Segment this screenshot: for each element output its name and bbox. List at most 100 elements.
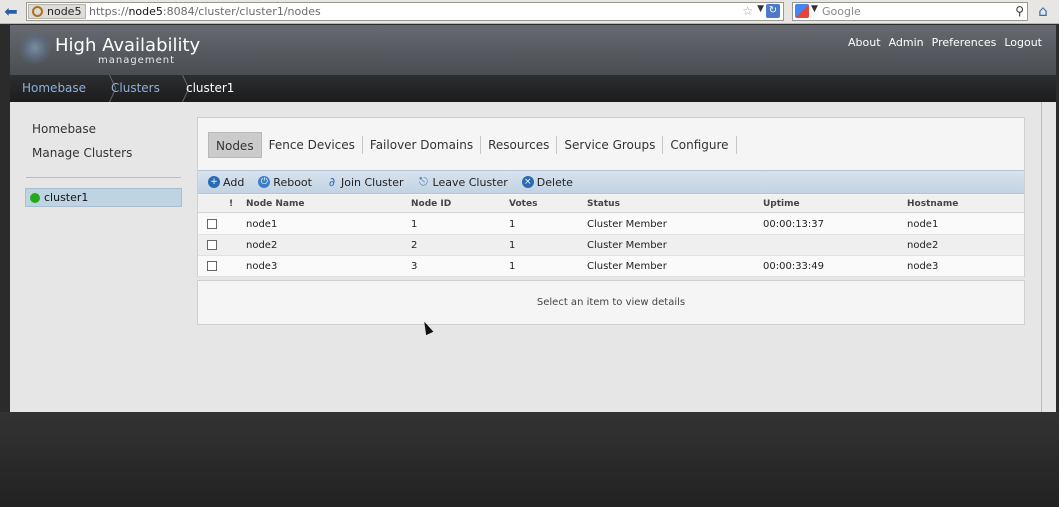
node-status: Cluster Member <box>587 261 667 272</box>
url-host: node5 <box>128 5 163 18</box>
cluster-name: cluster1 <box>44 191 89 204</box>
page-background <box>0 412 1059 507</box>
column-header-votes[interactable]: Votes <box>509 199 537 209</box>
search-engine-icon[interactable] <box>795 4 809 18</box>
sidebar-item-cluster1[interactable]: cluster1 <box>25 188 182 207</box>
node-hostname: node2 <box>907 240 939 251</box>
browser-search-field[interactable]: ▼ Google ⚲ <box>792 2 1028 21</box>
node-name: node3 <box>246 261 278 272</box>
table-header: ! Node Name Node ID Votes Status Uptime … <box>198 195 1024 213</box>
leave-icon: ⎋ <box>419 175 428 188</box>
tab-configure[interactable]: Configure <box>663 136 737 154</box>
node-status: Cluster Member <box>587 240 667 251</box>
sidebar-divider <box>26 177 181 178</box>
delete-icon: × <box>521 176 534 188</box>
power-icon: ⏻ <box>258 176 271 188</box>
tab-service-groups[interactable]: Service Groups <box>557 136 664 154</box>
reload-icon[interactable]: ↻ <box>766 4 780 18</box>
node-actions-toolbar: + Add ⏻ Reboot ∂ Join Cluster ⎋ Leave Cluste… <box>198 170 1024 194</box>
app-title: High Availability <box>55 35 201 56</box>
breadcrumb-clusters[interactable]: Clusters <box>111 81 160 95</box>
add-label: Add <box>223 175 245 189</box>
node-id: 2 <box>411 240 418 251</box>
browser-toolbar: ⬅ node5 https://node5:8084/cluster/clust… <box>0 0 1059 24</box>
site-identity-label: node5 <box>47 5 82 18</box>
delete-button[interactable]: × Delete <box>521 175 573 189</box>
column-header-node-id[interactable]: Node ID <box>411 199 451 209</box>
admin-link[interactable]: Admin <box>889 36 924 49</box>
main-content: Homebase Manage Clusters cluster1 Nodes … <box>10 102 1041 412</box>
url-path: :8084/cluster/cluster1/nodes <box>162 5 321 18</box>
breadcrumb-separator <box>168 75 182 102</box>
logout-link[interactable]: Logout <box>1004 36 1042 49</box>
column-header-uptime[interactable]: Uptime <box>763 199 800 209</box>
search-placeholder: Google <box>822 5 861 18</box>
tab-resources[interactable]: Resources <box>481 136 558 154</box>
binoculars-icon[interactable]: ⚲ <box>1015 4 1024 18</box>
node-uptime: 00:00:33:49 <box>763 261 825 272</box>
join-label: Join Cluster <box>340 175 404 189</box>
status-online-icon <box>30 193 40 203</box>
app-subtitle: management <box>98 55 175 66</box>
row-checkbox[interactable] <box>207 261 217 271</box>
node-name: node1 <box>246 219 278 230</box>
tab-bar: Nodes Fence Devices Failover Domains Res… <box>208 132 737 158</box>
reboot-label: Reboot <box>273 175 312 189</box>
home-icon[interactable]: ⌂ <box>1033 2 1053 21</box>
table-row[interactable]: node2 2 1 Cluster Member node2 <box>198 235 1024 256</box>
node-name: node2 <box>246 240 278 251</box>
url-prefix: https:// <box>89 5 129 18</box>
engine-dropdown-icon[interactable]: ▼ <box>811 4 818 14</box>
table-row[interactable]: node3 3 1 Cluster Member 00:00:33:49 nod… <box>198 256 1024 277</box>
nodes-panel: Nodes Fence Devices Failover Domains Res… <box>197 117 1025 277</box>
address-bar[interactable]: node5 https://node5:8084/cluster/cluster… <box>26 2 784 21</box>
top-nav: About Admin Preferences Logout <box>848 36 1042 49</box>
tab-failover-domains[interactable]: Failover Domains <box>363 136 482 154</box>
logo-icon <box>18 31 52 65</box>
bookmark-star-icon[interactable]: ☆ <box>742 4 753 18</box>
node-votes: 1 <box>509 261 516 272</box>
node-id: 1 <box>411 219 418 230</box>
site-identity-icon <box>32 6 43 17</box>
preferences-link[interactable]: Preferences <box>932 36 997 49</box>
sidebar-item-manage-clusters[interactable]: Manage Clusters <box>32 146 132 160</box>
breadcrumb-current: cluster1 <box>186 81 235 95</box>
breadcrumb-separator <box>95 75 109 102</box>
breadcrumb: Homebase Clusters cluster1 <box>10 75 1056 102</box>
table-row[interactable]: node1 1 1 Cluster Member 00:00:13:37 nod… <box>198 214 1024 235</box>
breadcrumb-homebase[interactable]: Homebase <box>22 81 86 95</box>
scrollbar-gutter <box>1041 102 1056 412</box>
node-hostname: node1 <box>907 219 939 230</box>
column-header-status[interactable]: Status <box>587 199 620 209</box>
detail-panel: Select an item to view details <box>197 280 1025 325</box>
join-cluster-button[interactable]: ∂ Join Cluster <box>326 176 404 189</box>
add-button[interactable]: + Add <box>208 176 244 189</box>
node-id: 3 <box>411 261 418 272</box>
row-checkbox[interactable] <box>207 240 217 250</box>
reboot-button[interactable]: ⏻ Reboot <box>258 176 312 189</box>
row-checkbox[interactable] <box>207 219 217 229</box>
app-header: High Availability management About Admin… <box>10 25 1056 75</box>
column-header-node-name[interactable]: Node Name <box>246 199 304 209</box>
node-votes: 1 <box>509 240 516 251</box>
history-dropdown-icon[interactable]: ▼ <box>757 4 764 14</box>
node-uptime: 00:00:13:37 <box>763 219 825 230</box>
column-header-hostname[interactable]: Hostname <box>907 199 958 209</box>
sidebar-item-homebase[interactable]: Homebase <box>32 122 96 136</box>
node-status: Cluster Member <box>587 219 667 230</box>
site-identity-button[interactable]: node5 <box>28 4 87 19</box>
back-arrow-icon[interactable]: ⬅ <box>2 3 20 21</box>
url-text[interactable]: https://node5:8084/cluster/cluster1/node… <box>89 5 321 18</box>
detail-empty-message: Select an item to view details <box>536 297 686 308</box>
tab-nodes[interactable]: Nodes <box>208 132 262 158</box>
add-icon: + <box>208 176 220 188</box>
link-icon: ∂ <box>328 175 336 189</box>
about-link[interactable]: About <box>848 36 881 49</box>
node-votes: 1 <box>509 219 516 230</box>
tab-fence-devices[interactable]: Fence Devices <box>262 136 363 154</box>
delete-label: Delete <box>536 175 573 189</box>
leave-cluster-button[interactable]: ⎋ Leave Cluster <box>418 176 508 189</box>
column-header-alert[interactable]: ! <box>229 199 233 209</box>
node-hostname: node3 <box>907 261 939 272</box>
leave-label: Leave Cluster <box>432 175 508 189</box>
